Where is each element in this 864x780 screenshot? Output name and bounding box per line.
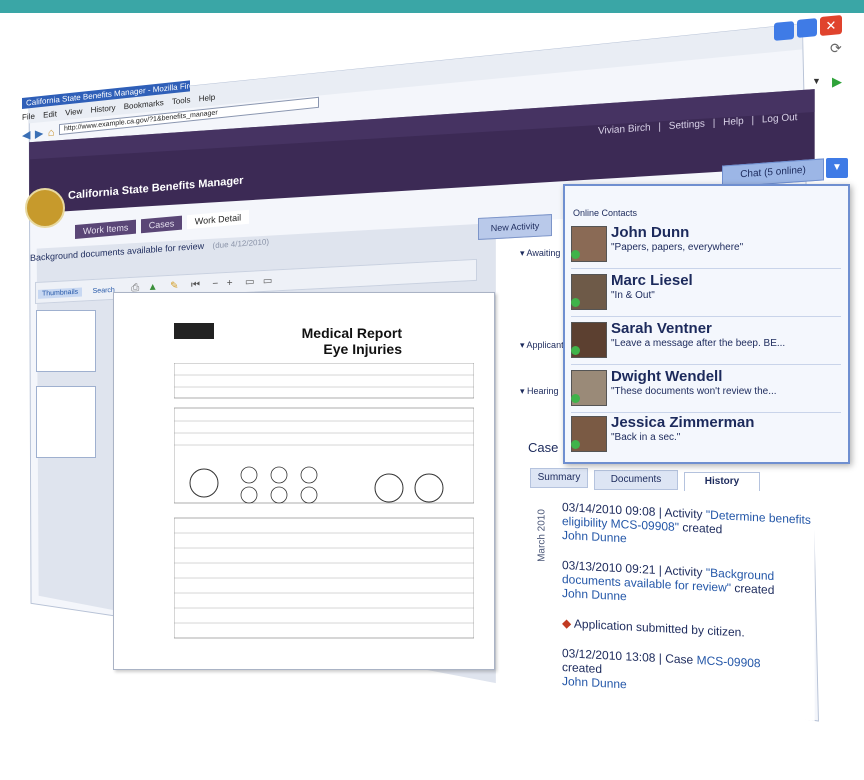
- menu-file[interactable]: File: [22, 112, 35, 122]
- back-icon[interactable]: ◀: [22, 129, 30, 142]
- history-link[interactable]: MCS-09908: [697, 653, 761, 670]
- report-form-lines: [174, 363, 474, 639]
- online-status-icon: [571, 250, 580, 259]
- history-alert: ◆ Application submitted by citizen.: [562, 616, 745, 640]
- minimize-button[interactable]: [774, 21, 794, 41]
- online-status-icon: [571, 298, 580, 307]
- expand-icon: ▾: [520, 386, 525, 396]
- zoom-out-icon[interactable]: −: [212, 278, 218, 289]
- new-activity-button[interactable]: New Activity: [478, 214, 552, 240]
- menu-tools[interactable]: Tools: [172, 95, 191, 106]
- report-title-1: Medical Report: [301, 325, 402, 341]
- contact-status: "Back in a sec.": [611, 432, 681, 443]
- app-window-scene: ✕ ▶ ▼ ⟳ California State Benefits Manage…: [0, 0, 864, 780]
- case-heading: Case: [528, 440, 559, 455]
- expand-icon: ▾: [520, 340, 525, 350]
- tab-documents[interactable]: Documents: [594, 470, 678, 490]
- alert-diamond-icon: ◆: [562, 616, 572, 631]
- highlight-icon[interactable]: ✎: [170, 280, 178, 291]
- help-link[interactable]: Help: [723, 116, 744, 128]
- thumbnails-toggle[interactable]: Thumbnails: [38, 287, 83, 299]
- report-title-2: Eye Injuries: [323, 341, 402, 357]
- document-due: (due 4/12/2010): [212, 237, 270, 251]
- reload-icon[interactable]: ⟳: [830, 40, 842, 57]
- zoom-in-icon[interactable]: +: [227, 278, 233, 289]
- menu-view[interactable]: View: [65, 107, 82, 118]
- right-sections: ▾ Awaiting ▾ Applicants ▾ Hearing: [520, 248, 568, 396]
- document-page: Medical Report Eye Injuries: [113, 292, 495, 670]
- page-thumbnail-2[interactable]: [36, 386, 96, 458]
- forward-icon[interactable]: ▶: [35, 128, 43, 141]
- chat-popup: Online Contacts John Dunn "Papers, paper…: [563, 184, 850, 464]
- section-awaiting[interactable]: ▾ Awaiting: [520, 248, 560, 259]
- home-icon[interactable]: ⌂: [48, 127, 55, 140]
- maximize-button[interactable]: [797, 18, 817, 38]
- contact-name: Sarah Ventner: [611, 320, 712, 337]
- online-status-icon: [571, 346, 580, 355]
- contact-row[interactable]: Sarah Ventner "Leave a message after the…: [571, 318, 841, 365]
- tab-summary[interactable]: Summary: [530, 468, 588, 488]
- chat-dropdown-button[interactable]: ▼: [826, 158, 848, 178]
- menu-history[interactable]: History: [91, 103, 116, 115]
- fit-width-icon[interactable]: ▭: [263, 276, 272, 287]
- contact-row[interactable]: Dwight Wendell "These documents won't re…: [571, 366, 841, 413]
- online-status-icon: [571, 440, 580, 449]
- chat-button-label: Chat (5 online): [740, 164, 806, 181]
- report-logo: [174, 323, 214, 339]
- history-item: 03/13/2010 09:21 | Activity "Background …: [562, 558, 775, 604]
- history-person[interactable]: John Dunne: [562, 528, 627, 545]
- contact-name: Marc Liesel: [611, 272, 693, 289]
- history-list: 03/14/2010 09:08 | Activity "Determine b…: [562, 500, 832, 702]
- dropdown-button[interactable]: ▼: [812, 76, 826, 90]
- close-button[interactable]: ✕: [820, 15, 842, 36]
- expand-icon: ▾: [520, 248, 525, 258]
- tab-history[interactable]: History: [684, 472, 760, 491]
- contact-row[interactable]: John Dunn "Papers, papers, everywhere": [571, 222, 841, 269]
- page-thumbnail-1[interactable]: [36, 310, 96, 372]
- close-icon: ✕: [825, 17, 837, 34]
- section-applicants[interactable]: ▾ Applicants: [520, 340, 568, 351]
- online-status-icon: [571, 394, 580, 403]
- contact-row[interactable]: Jessica Zimmerman "Back in a sec.": [571, 414, 841, 456]
- new-activity-label: New Activity: [490, 220, 540, 234]
- contact-status: "These documents won't review the...: [611, 386, 777, 397]
- first-page-icon[interactable]: ⏮: [191, 279, 200, 290]
- chat-heading: Online Contacts: [573, 208, 638, 218]
- history-person[interactable]: John Dunne: [562, 586, 627, 603]
- contact-name: Dwight Wendell: [611, 368, 723, 385]
- month-label: March 2010: [536, 509, 548, 562]
- menu-bookmarks[interactable]: Bookmarks: [124, 98, 164, 111]
- contact-name: John Dunn: [611, 224, 690, 241]
- contact-row[interactable]: Marc Liesel "In & Out": [571, 270, 841, 317]
- contact-status: "In & Out": [611, 290, 655, 301]
- section-hearing[interactable]: ▾ Hearing: [520, 386, 559, 397]
- tab-cases[interactable]: Cases: [140, 215, 183, 234]
- go-button[interactable]: ▶: [832, 74, 848, 90]
- contact-name: Jessica Zimmerman: [611, 414, 755, 431]
- state-seal-logo: [25, 188, 65, 228]
- contact-status: "Papers, papers, everywhere": [611, 242, 744, 253]
- menu-edit[interactable]: Edit: [43, 109, 57, 119]
- contact-status: "Leave a message after the beep. BE...: [611, 338, 786, 349]
- fit-page-icon[interactable]: ▭: [245, 276, 254, 287]
- menu-help[interactable]: Help: [199, 93, 215, 104]
- report-heading: Medical Report Eye Injuries: [302, 325, 402, 357]
